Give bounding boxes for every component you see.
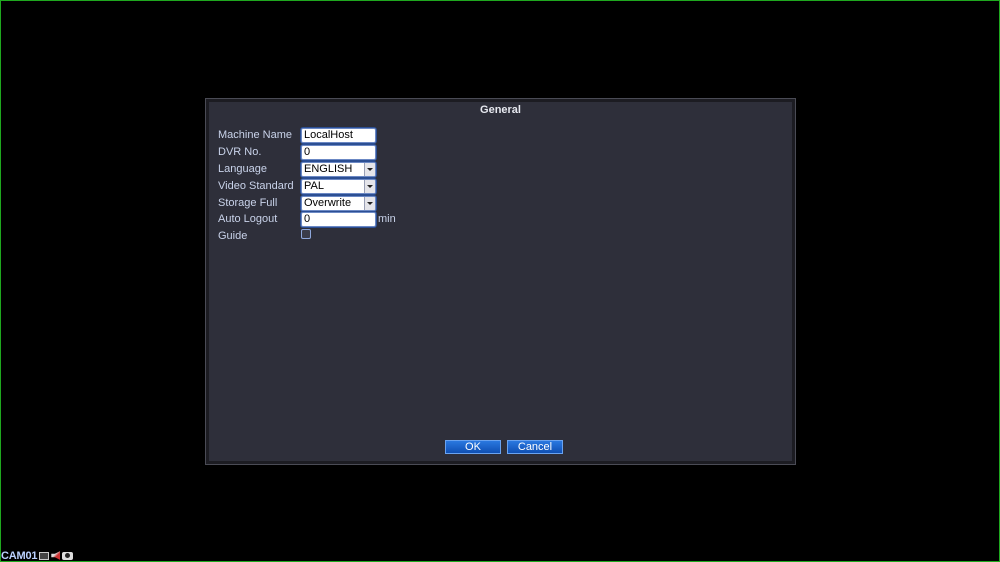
camera-status-bar: CAM01 (1, 549, 74, 562)
camera-icon (62, 551, 74, 560)
video-standard-value: PAL (304, 179, 324, 192)
language-select[interactable]: ENGLISH (301, 161, 376, 177)
general-settings-dialog: General Machine Name LocalHost DVR No. 0… (205, 98, 796, 465)
auto-logout-label: Auto Logout (218, 213, 278, 225)
storage-full-select[interactable]: Overwrite (301, 195, 376, 211)
cancel-button[interactable]: Cancel (507, 440, 563, 454)
video-standard-label: Video Standard (218, 180, 294, 192)
dvr-no-input[interactable]: 0 (301, 144, 376, 160)
speaker-muted-icon (51, 551, 61, 560)
ok-button[interactable]: OK (445, 440, 501, 454)
language-label: Language (218, 163, 267, 175)
record-icon (39, 551, 50, 560)
auto-logout-input[interactable]: 0 (301, 211, 376, 227)
camera-label: CAM01 (1, 549, 38, 562)
storage-full-label: Storage Full (218, 197, 278, 209)
chevron-down-icon[interactable] (364, 179, 375, 193)
language-value: ENGLISH (304, 162, 353, 175)
machine-name-label: Machine Name (218, 129, 292, 141)
auto-logout-row: Auto Logout 0 min (218, 211, 396, 227)
storage-full-row: Storage Full Overwrite (218, 195, 376, 211)
dialog-title: General (480, 104, 521, 116)
machine-name-input[interactable]: LocalHost (301, 127, 376, 143)
dvr-no-label: DVR No. (218, 146, 262, 158)
guide-row: Guide (218, 228, 311, 244)
machine-name-row: Machine Name LocalHost (218, 127, 376, 143)
video-standard-select[interactable]: PAL (301, 178, 376, 194)
dvr-no-row: DVR No. 0 (218, 144, 376, 160)
storage-full-value: Overwrite (304, 196, 352, 209)
guide-label: Guide (218, 230, 248, 242)
auto-logout-unit: min (378, 213, 396, 225)
language-row: Language ENGLISH (218, 161, 376, 177)
chevron-down-icon[interactable] (364, 162, 375, 176)
chevron-down-icon[interactable] (364, 196, 375, 210)
guide-checkbox[interactable] (301, 229, 311, 239)
video-standard-row: Video Standard PAL (218, 178, 376, 194)
